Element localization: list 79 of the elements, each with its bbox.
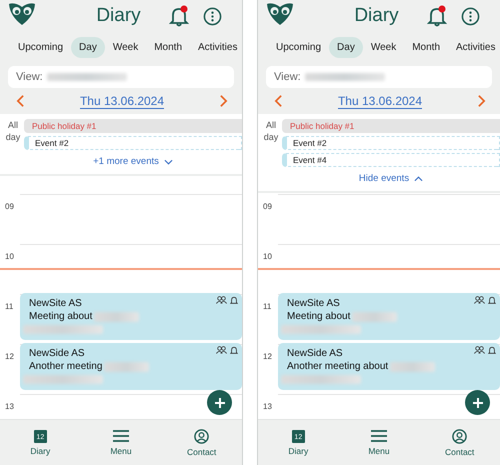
page-title: Diary: [353, 5, 400, 27]
people-icon: [216, 346, 227, 354]
people-icon: [474, 296, 485, 304]
plus-icon: [214, 396, 226, 408]
view-tab[interactable]: Upcoming: [268, 36, 330, 58]
view-field[interactable]: View:: [266, 66, 492, 88]
bell-icon: [230, 346, 238, 355]
hour-label: 11: [5, 302, 14, 311]
date-link[interactable]: Thu 13.06.2024: [338, 94, 422, 108]
event-title: NewSide AS: [29, 348, 85, 360]
next-day-icon[interactable]: [218, 94, 228, 108]
view-tab[interactable]: Month: [404, 36, 448, 58]
event-card[interactable]: NewSite AS Meeting about: [20, 293, 242, 340]
hour-label: 10: [5, 252, 14, 261]
notification-bell-icon[interactable]: [169, 5, 189, 27]
view-tab[interactable]: Upcoming: [10, 36, 72, 58]
view-tab[interactable]: Month: [146, 36, 190, 58]
view-tab[interactable]: Day: [329, 36, 363, 58]
plus-icon: [472, 396, 484, 408]
blurred-text: [352, 312, 398, 322]
notification-bell-icon[interactable]: [427, 5, 447, 27]
nav-item[interactable]: Menu: [90, 429, 151, 456]
all-day-label: All day: [262, 119, 280, 144]
date-link[interactable]: Thu 13.06.2024: [80, 94, 164, 108]
blurred-text: [104, 362, 150, 372]
view-field[interactable]: View:: [8, 66, 234, 88]
chevron-icon: [164, 158, 173, 164]
hour-label: 09: [5, 202, 14, 211]
bell-icon: [488, 346, 496, 355]
blurred-text: [390, 362, 436, 372]
all-day-event[interactable]: Event #2: [282, 136, 500, 150]
event-title: NewSite AS: [287, 298, 340, 310]
all-day-label: All day: [4, 119, 22, 144]
events-toggle-link[interactable]: +1 more events: [93, 153, 173, 170]
view-tab[interactable]: Activities: [448, 36, 500, 58]
page-title: Diary: [95, 5, 142, 27]
event-description: Meeting about: [287, 310, 350, 323]
previous-day-icon[interactable]: [274, 94, 283, 108]
bell-icon: [230, 296, 238, 305]
all-day-event[interactable]: Event #2: [24, 136, 242, 150]
event-title: NewSide AS: [287, 348, 343, 360]
view-tab[interactable]: Week: [362, 36, 404, 58]
hour-label: 09: [263, 202, 272, 211]
view-tab[interactable]: Day: [71, 36, 105, 58]
event-card[interactable]: NewSide AS Another meeting: [20, 343, 242, 390]
nav-item[interactable]: Menu: [348, 429, 409, 456]
person-icon: [194, 428, 210, 444]
event-description: Another meeting: [29, 360, 102, 373]
hour-label: 13: [5, 402, 14, 411]
event-card[interactable]: NewSite AS Meeting about: [278, 293, 500, 340]
nav-item[interactable]: Contact: [430, 428, 490, 456]
add-button[interactable]: [207, 390, 232, 415]
previous-day-icon[interactable]: [16, 94, 25, 108]
menu-icon: [112, 429, 129, 443]
hour-label: 10: [263, 252, 272, 261]
more-options-icon[interactable]: [203, 6, 222, 26]
next-day-icon[interactable]: [476, 94, 486, 108]
view-tab[interactable]: Activities: [190, 36, 246, 58]
event-card[interactable]: NewSide AS Another meeting about: [278, 343, 500, 390]
bell-icon: [488, 296, 496, 305]
chevron-icon: [414, 176, 424, 182]
nav-item[interactable]: Contact: [172, 428, 232, 456]
add-button[interactable]: [465, 390, 490, 415]
blurred-text: [94, 312, 140, 322]
people-icon: [216, 296, 227, 304]
hour-label: 12: [263, 352, 272, 361]
hour-label: 12: [5, 352, 14, 361]
hour-label: 11: [263, 302, 272, 311]
event-description: Another meeting about: [287, 360, 388, 373]
menu-icon: [370, 429, 387, 443]
event-description: Meeting about: [29, 310, 92, 323]
hour-label: 13: [263, 402, 272, 411]
all-day-event[interactable]: Event #4: [282, 153, 500, 167]
people-icon: [474, 346, 485, 354]
view-tab[interactable]: Week: [104, 36, 146, 58]
events-toggle-link[interactable]: Hide events: [358, 170, 424, 187]
more-options-icon[interactable]: [461, 6, 480, 26]
person-icon: [452, 428, 468, 444]
event-title: NewSite AS: [29, 298, 82, 310]
